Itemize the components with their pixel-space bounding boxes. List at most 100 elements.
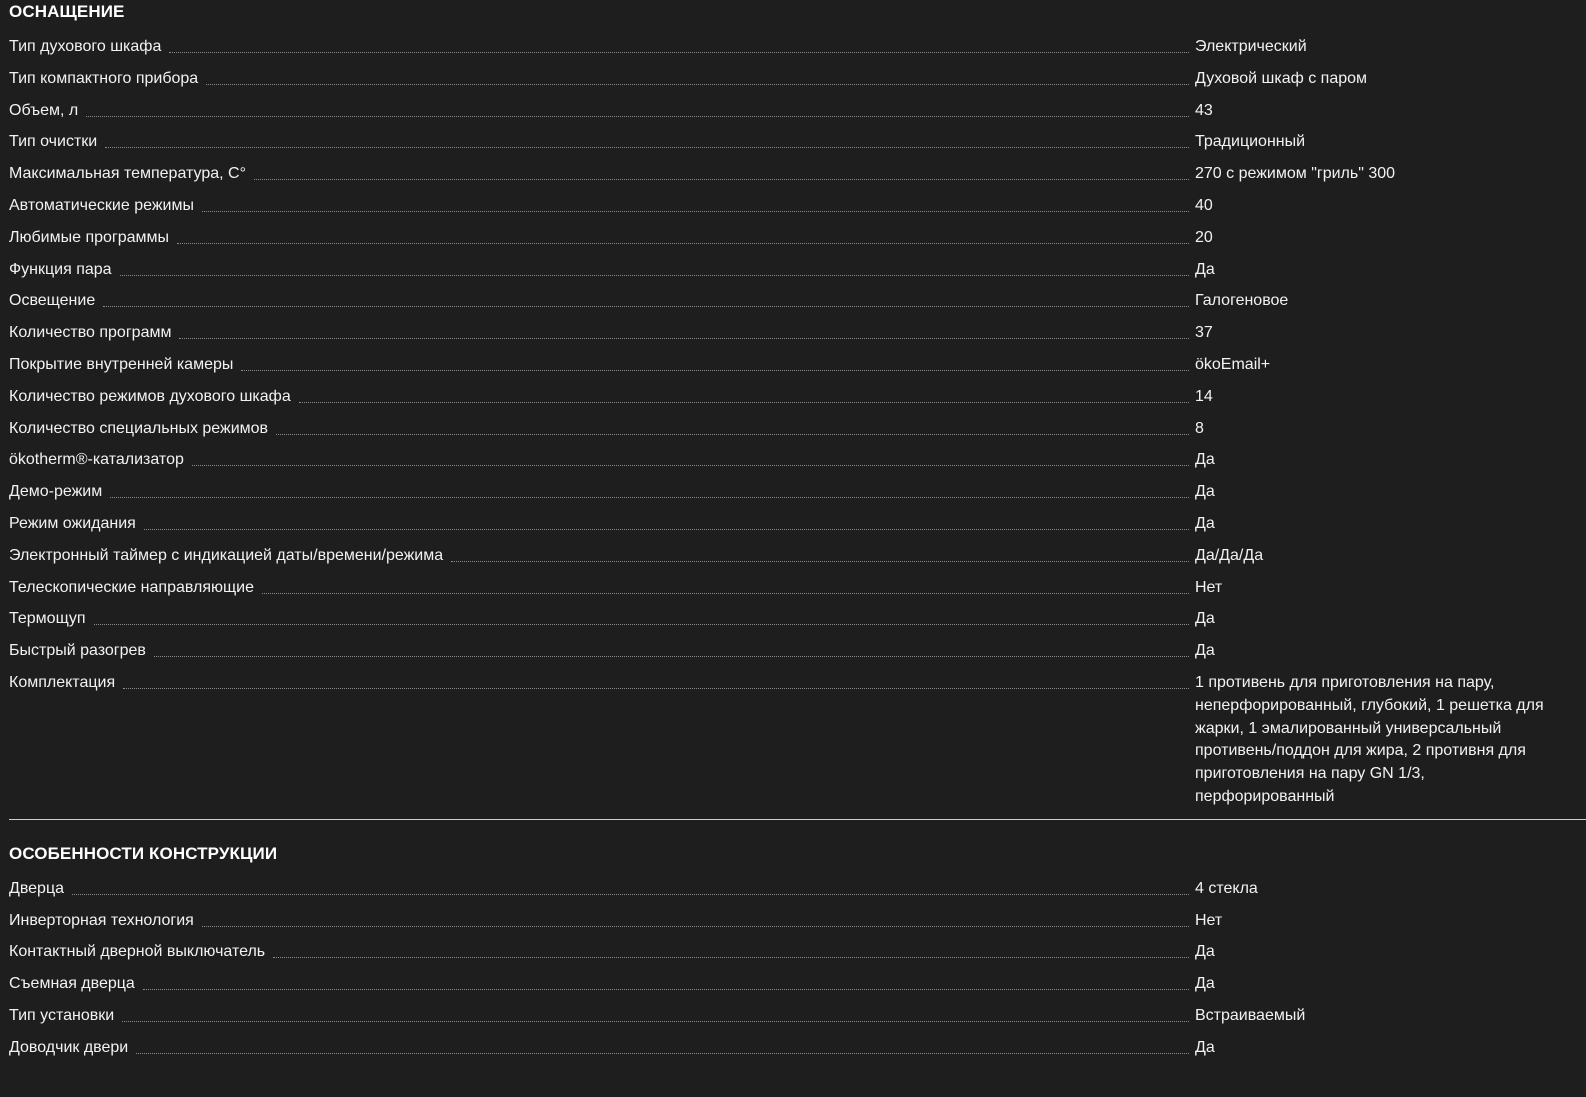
spec-row: Автоматические режимы 40 [9, 195, 1586, 227]
spec-value: 40 [1195, 196, 1213, 214]
dotted-leader [143, 513, 1189, 530]
spec-label-cell: Функция пара [9, 259, 1193, 282]
spec-value: 37 [1195, 324, 1213, 342]
dotted-leader [105, 131, 1189, 149]
spec-row: Тип очистки Традиционный [9, 131, 1586, 163]
dotted-leader [177, 227, 1189, 244]
spec-row: Количество режимов духового шкафа 14 [9, 386, 1586, 418]
dotted-leader [136, 1037, 1189, 1054]
spec-label-cell: Освещение [9, 290, 1193, 313]
spec-value: Галогеновое [1195, 292, 1289, 310]
spec-value: ökoEmail+ [1195, 355, 1271, 373]
dotted-leader [241, 354, 1189, 371]
spec-row: Демо-режим Да [9, 481, 1586, 513]
spec-row: Тип духового шкафа Электрический [9, 36, 1586, 68]
spec-value: Да [1195, 642, 1215, 660]
spec-row: Количество специальных режимов 8 [9, 418, 1586, 450]
spec-row: Термощуп Да [9, 608, 1586, 640]
spec-value: Да [1195, 260, 1215, 278]
spec-row: Инверторная технология Нет [9, 910, 1586, 942]
spec-value: Электрический [1195, 38, 1307, 55]
spec-label-cell: Съемная дверца [9, 973, 1193, 996]
spec-label-cell: Быстрый разогрев [9, 640, 1193, 663]
dotted-leader [273, 941, 1189, 959]
spec-row: Любимые программы 20 [9, 227, 1586, 259]
spec-label: Количество режимов духового шкафа [9, 387, 291, 405]
spec-label: Любимые программы [9, 228, 170, 246]
spec-label-cell: Любимые программы [9, 227, 1193, 250]
spec-value: 8 [1195, 419, 1204, 437]
spec-label: Максимальная температура, С° [9, 165, 246, 183]
section-equipment: ОСНАЩЕНИЕ Тип духового шкафа Электрически… [9, 0, 1586, 809]
dotted-leader [142, 973, 1189, 991]
spec-value: Нет [1195, 578, 1223, 596]
dotted-leader [276, 418, 1189, 435]
spec-row: ökotherm®-катализатор Да [9, 449, 1586, 481]
spec-value: 14 [1195, 387, 1213, 405]
spec-value: Да [1195, 975, 1215, 993]
spec-row: Тип установки Встраиваемый [9, 1005, 1586, 1037]
dotted-leader [206, 68, 1189, 85]
spec-label-cell: Термощуп [9, 608, 1193, 631]
spec-value: Да [1195, 514, 1215, 532]
spec-label-cell: Телескопические направляющие [9, 577, 1193, 600]
spec-value: Да [1195, 483, 1215, 501]
spec-label: Электронный таймер с индикацией даты/вре… [9, 546, 444, 564]
spec-label: Съемная дверца [9, 975, 135, 993]
spec-row: Покрытие внутренней камеры ökoEmail+ [9, 354, 1586, 386]
spec-value: 43 [1195, 101, 1213, 119]
section-construction: ОСОБЕННОСТИ КОНСТРУКЦИИ Дверца 4 стекла Ин… [9, 842, 1586, 1069]
spec-value: Духовой шкаф с паром [1195, 69, 1368, 87]
spec-label: Тип духового шкафа [9, 38, 162, 55]
spec-row: Доводчик двери Да [9, 1037, 1586, 1069]
spec-value: 20 [1195, 228, 1213, 246]
spec-row: Электронный таймер с индикацией даты/вре… [9, 545, 1586, 577]
spec-label-cell: Электронный таймер с индикацией даты/вре… [9, 545, 1193, 568]
spec-label-cell: Покрытие внутренней камеры [9, 354, 1193, 377]
dotted-leader [201, 910, 1189, 927]
spec-label: Быстрый разогрев [9, 642, 146, 660]
spec-value: Да/Да/Да [1195, 546, 1264, 564]
spec-label: Контактный дверной выключатель [9, 943, 266, 961]
spec-label: Автоматические режимы [9, 196, 194, 214]
spec-label-cell: Контактный дверной выключатель [9, 941, 1193, 964]
spec-row: Быстрый разогрев Да [9, 640, 1586, 672]
spec-label-cell: Тип компактного прибора [9, 68, 1193, 91]
spec-label: Режим ожидания [9, 514, 136, 532]
spec-label-cell: Комплектация [9, 672, 1193, 695]
spec-label: Освещение [9, 292, 96, 310]
spec-label-cell: Объем, л [9, 100, 1193, 123]
spec-label: Тип компактного прибора [9, 69, 199, 87]
dotted-leader [298, 386, 1189, 403]
spec-label-cell: Демо-режим [9, 481, 1193, 504]
dotted-leader [93, 608, 1189, 626]
dotted-leader [119, 259, 1189, 276]
dotted-leader [103, 290, 1189, 308]
spec-label-cell: Доводчик двери [9, 1037, 1193, 1060]
spec-value: Да [1195, 943, 1215, 961]
spec-value: 1 противень для приготовления на пару, н… [1195, 673, 1544, 805]
spec-label: Функция пара [9, 260, 112, 278]
spec-page: ОСНАЩЕНИЕ Тип духового шкафа Электрически… [0, 0, 1586, 1097]
dotted-leader [201, 195, 1189, 212]
spec-label: Количество программ [9, 324, 172, 342]
spec-row: Телескопические направляющие Нет [9, 577, 1586, 609]
dotted-leader [122, 1005, 1189, 1022]
dotted-leader [86, 100, 1189, 117]
spec-label: Термощуп [9, 610, 86, 628]
spec-row: Съемная дверца Да [9, 973, 1586, 1005]
spec-label: Покрытие внутренней камеры [9, 355, 234, 373]
spec-label: Тип установки [9, 1006, 115, 1024]
spec-label: Тип очистки [9, 133, 98, 151]
section-divider [9, 818, 1586, 820]
section-title-construction: ОСОБЕННОСТИ КОНСТРУКЦИИ [9, 843, 278, 863]
spec-label: Дверца [9, 879, 65, 897]
dotted-leader [262, 577, 1189, 594]
spec-row: Количество программ 37 [9, 322, 1586, 354]
spec-label-cell: Количество программ [9, 322, 1193, 345]
dotted-leader [169, 36, 1189, 53]
spec-label-cell: ökotherm®-катализатор [9, 449, 1193, 472]
spec-list-equipment: Тип духового шкафа Электрический Тип компа… [9, 36, 1586, 809]
spec-label-cell: Инверторная технология [9, 910, 1193, 933]
spec-label-cell: Тип духового шкафа [9, 36, 1193, 59]
